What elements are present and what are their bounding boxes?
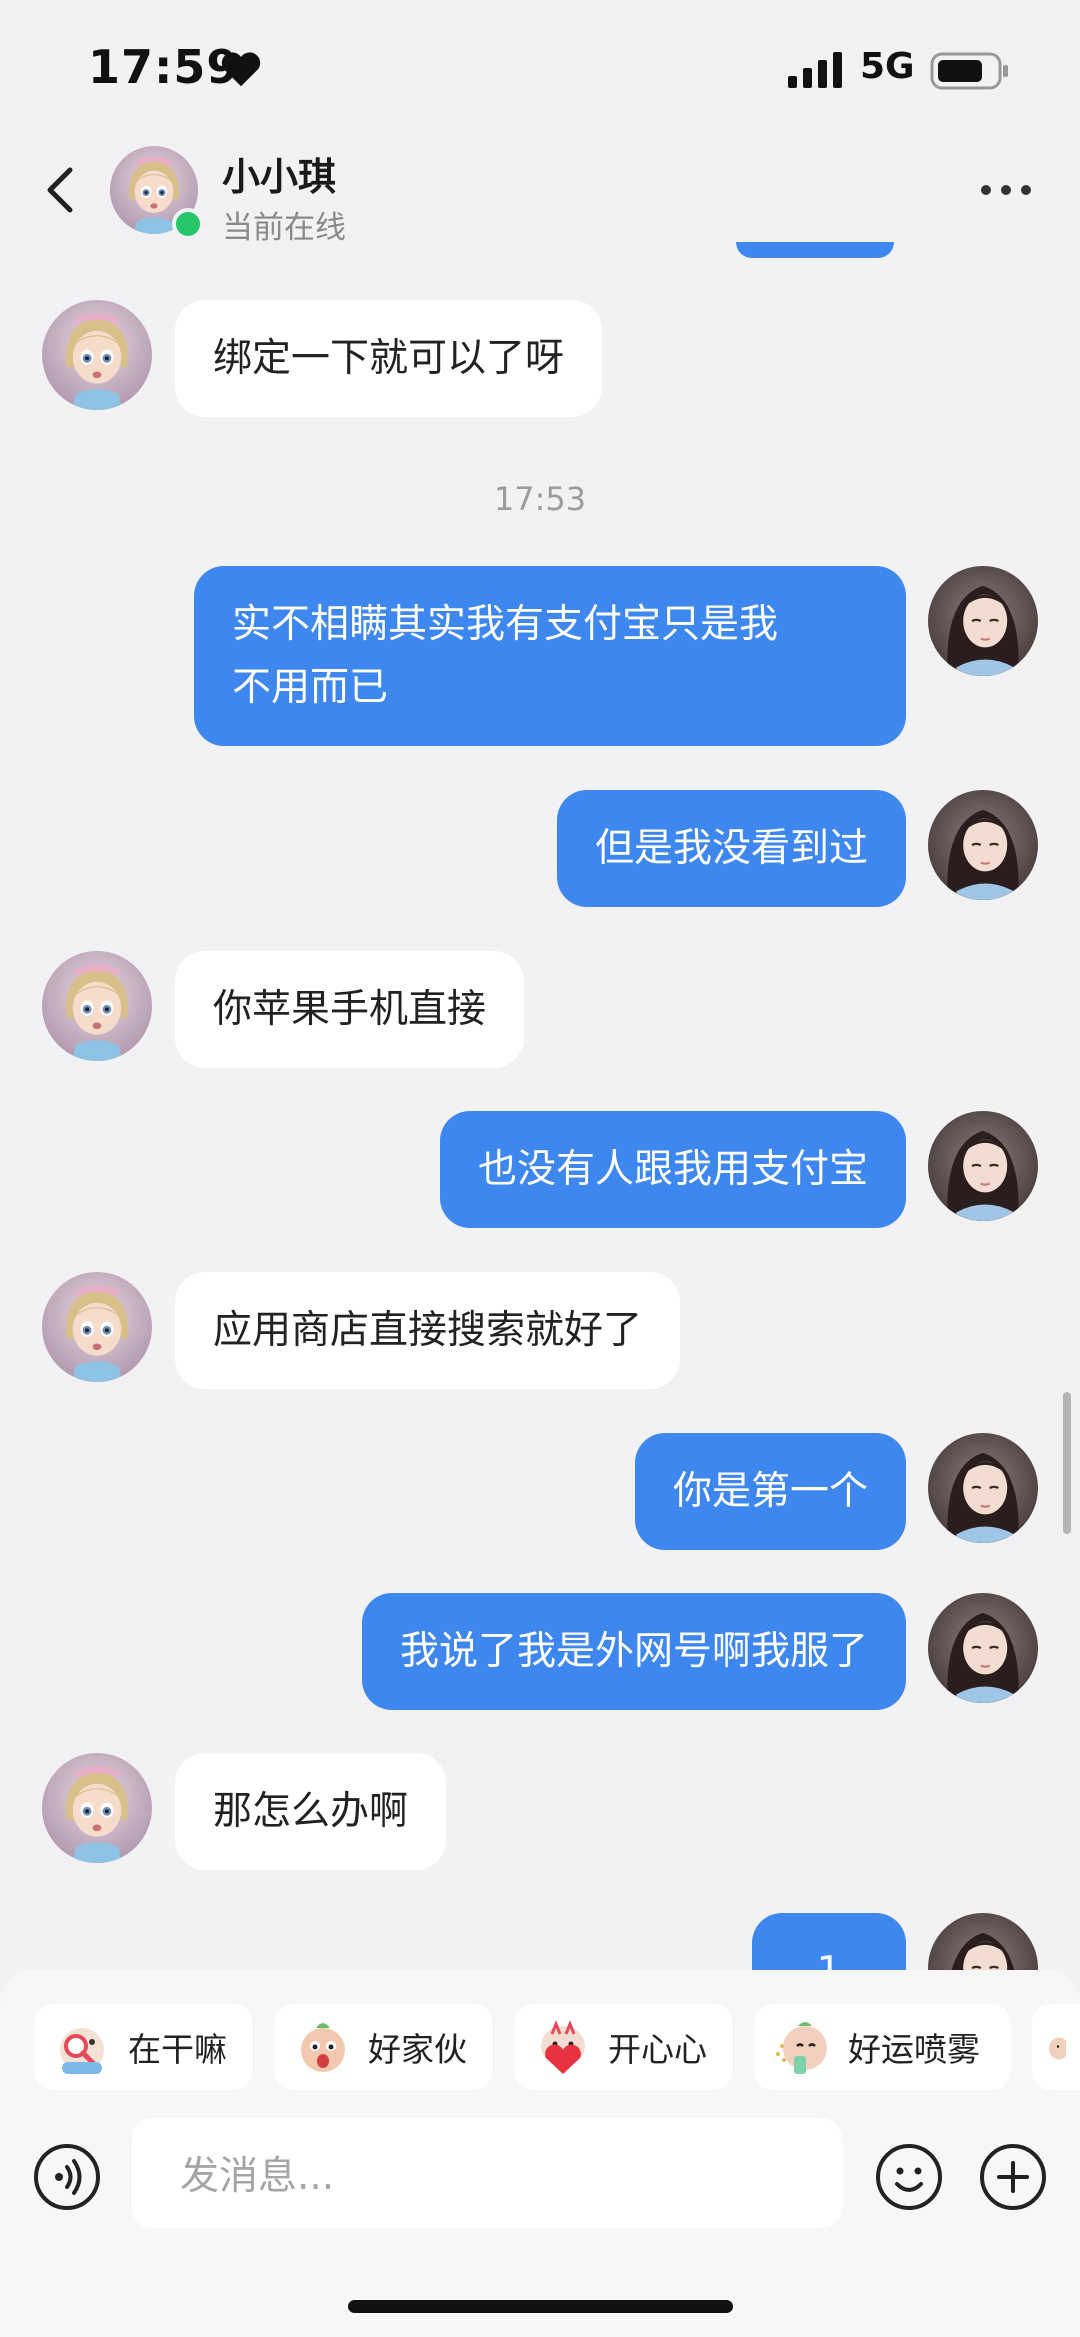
heart-icon	[221, 52, 261, 87]
quick-reply-label: 开心心	[608, 2030, 707, 2069]
back-icon[interactable]	[36, 160, 86, 220]
message-line: 不用而已	[232, 665, 389, 710]
message-input[interactable]: 发消息...	[132, 2118, 842, 2228]
my-avatar[interactable]	[928, 1593, 1038, 1703]
incoming-message[interactable]: 你苹果手机直接	[175, 951, 525, 1068]
network-type: 5G	[860, 46, 915, 87]
contact-name: 小小琪	[222, 155, 337, 199]
status-time: 17:59	[88, 40, 240, 94]
sticker-magnifier-icon	[60, 2028, 104, 2074]
sticker-surprised-icon	[301, 2023, 345, 2072]
incoming-message[interactable]: 那怎么办啊	[175, 1753, 447, 1870]
contact-avatar[interactable]	[42, 1272, 152, 1382]
quick-reply-chip[interactable]: 在干嘛	[34, 2004, 252, 2090]
voice-icon[interactable]	[32, 2142, 102, 2212]
quick-reply-label: 在干嘛	[128, 2030, 227, 2069]
contact-avatar[interactable]	[42, 951, 152, 1061]
incoming-message[interactable]: 绑定一下就可以了呀	[175, 300, 603, 417]
outgoing-message[interactable]: 我说了我是外网号啊我服了	[361, 1593, 906, 1710]
home-indicator	[348, 2300, 733, 2313]
outgoing-message[interactable]: 实不相瞒其实我有支付宝只是我 不用而已	[194, 566, 906, 746]
online-indicator	[172, 208, 204, 240]
message-line: 实不相瞒其实我有支付宝只是我	[232, 602, 779, 647]
my-avatar[interactable]	[928, 566, 1038, 676]
contact-status: 当前在线	[222, 210, 346, 246]
message-timestamp: 17:53	[493, 480, 587, 518]
quick-reply-label: 好运喷雾	[848, 2030, 980, 2069]
contact-avatar[interactable]	[42, 1753, 152, 1863]
emoji-icon[interactable]	[874, 2142, 944, 2212]
battery-icon	[930, 52, 1008, 90]
sticker-heart-icon	[541, 2019, 585, 2074]
quick-reply-chip-partial[interactable]	[1032, 2004, 1080, 2090]
my-avatar[interactable]	[928, 1111, 1038, 1221]
outgoing-bubble-partial	[736, 242, 894, 258]
contact-avatar[interactable]	[42, 300, 152, 410]
scrollbar[interactable]	[1063, 1392, 1071, 1534]
quick-reply-chip[interactable]: 开心心	[514, 2004, 732, 2090]
more-icon[interactable]	[976, 170, 1036, 210]
sticker-partial-icon	[1049, 2037, 1066, 2060]
outgoing-message[interactable]: 但是我没看到过	[556, 790, 906, 907]
signal-icon	[788, 52, 842, 88]
outgoing-message[interactable]: 你是第一个	[634, 1433, 906, 1550]
quick-reply-chip[interactable]: 好家伙	[274, 2004, 492, 2090]
incoming-message[interactable]: 应用商店直接搜索就好了	[175, 1272, 681, 1389]
sticker-spray-icon	[776, 2022, 827, 2074]
quick-reply-chip[interactable]: 好运喷雾	[754, 2004, 1010, 2090]
plus-icon[interactable]	[978, 2142, 1048, 2212]
my-avatar[interactable]	[928, 1433, 1038, 1543]
quick-reply-label: 好家伙	[368, 2030, 467, 2069]
my-avatar[interactable]	[928, 790, 1038, 900]
outgoing-message[interactable]: 也没有人跟我用支付宝	[439, 1111, 906, 1228]
